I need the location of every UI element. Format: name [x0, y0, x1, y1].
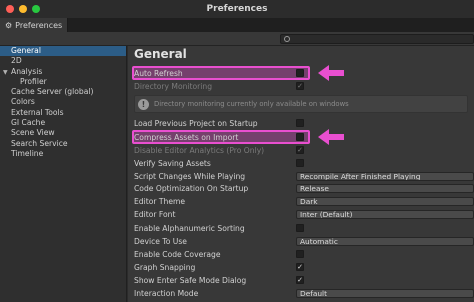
setting-row-code-optimization-on-startup: Code Optimization On Startup Release [134, 183, 474, 193]
sidebar-item-general[interactable]: General [0, 46, 126, 57]
sidebar-item-timeline[interactable]: Timeline [0, 149, 126, 159]
directory-monitoring-checkbox: ✓ [296, 82, 304, 90]
search-input[interactable] [280, 34, 474, 44]
sidebar-item-analysis[interactable]: ▼ Analysis [0, 67, 126, 77]
tab-label: Preferences [15, 20, 63, 30]
sidebar-item-label: 2D [11, 56, 22, 66]
setting-row-device-to-use: Device To Use Automatic [134, 236, 474, 246]
setting-row-show-enter-safe-mode-dialog: Show Enter Safe Mode Dialog ✓ [134, 275, 474, 285]
settings-panel: General ! Directory monitoring currently … [128, 46, 474, 302]
sidebar-item-search-service[interactable]: Search Service [0, 139, 126, 149]
minimize-window-button[interactable] [19, 5, 27, 13]
setting-label: Interaction Mode [134, 288, 199, 298]
setting-label: Show Enter Safe Mode Dialog [134, 275, 247, 285]
setting-row-enable-code-coverage: Enable Code Coverage [134, 249, 474, 259]
sidebar-item-label: Cache Server (global) [11, 87, 94, 97]
setting-row-graph-snapping: Graph Snapping ✓ [134, 262, 474, 272]
sidebar-item-2d[interactable]: 2D [0, 56, 126, 66]
disable-editor-analytics-pro-only-checkbox: ✓ [296, 146, 304, 154]
info-helpbox: ! Directory monitoring currently only ava… [134, 95, 468, 113]
setting-label: Enable Code Coverage [134, 249, 221, 259]
setting-row-editor-font: Editor Font Inter (Default) [134, 209, 474, 219]
device-to-use-dropdown[interactable]: Automatic [296, 236, 474, 246]
sidebar-item-cache-server-global[interactable]: Cache Server (global) [0, 87, 126, 97]
gear-icon: ⚙ [5, 20, 13, 30]
setting-label: Graph Snapping [134, 262, 196, 272]
maximize-window-button[interactable] [32, 5, 40, 13]
load-previous-project-on-startup-checkbox[interactable] [296, 119, 304, 127]
sidebar-item-colors[interactable]: Colors [0, 97, 126, 107]
setting-row-load-previous-project-on-startup: Load Previous Project on Startup [134, 118, 474, 128]
script-changes-while-playing-dropdown[interactable]: Recompile After Finished Playing [296, 171, 474, 181]
help-text: Directory monitoring currently only avai… [154, 100, 349, 108]
setting-row-compress-assets-on-import: Compress Assets on Import [134, 132, 474, 142]
sidebar-item-label: Search Service [11, 138, 68, 148]
setting-row-editor-theme: Editor Theme Dark [134, 196, 474, 206]
sidebar-item-external-tools[interactable]: External Tools [0, 108, 126, 118]
enable-code-coverage-checkbox[interactable] [296, 250, 304, 258]
enable-alphanumeric-sorting-checkbox[interactable] [296, 224, 304, 232]
sidebar-item-label: Profiler [20, 76, 47, 86]
sidebar-item-label: General [11, 46, 41, 55]
setting-label: Code Optimization On Startup [134, 183, 249, 193]
window-controls [6, 5, 40, 13]
setting-label: Script Changes While Playing [134, 171, 246, 181]
sidebar-item-label: GI Cache [11, 118, 46, 128]
info-icon: ! [138, 98, 149, 110]
sidebar-item-label: External Tools [11, 107, 64, 117]
close-window-button[interactable] [6, 5, 14, 13]
verify-saving-assets-checkbox[interactable] [296, 159, 304, 167]
expand-arrow-icon[interactable]: ▼ [3, 68, 11, 78]
search-icon [284, 36, 290, 42]
interaction-mode-dropdown[interactable]: Default [296, 288, 474, 298]
auto-refresh-checkbox[interactable] [296, 69, 304, 77]
setting-label: Auto Refresh [134, 68, 183, 78]
show-enter-safe-mode-dialog-checkbox[interactable]: ✓ [296, 276, 304, 284]
setting-row-auto-refresh: Auto Refresh [134, 68, 474, 78]
tab-bar: ⚙ Preferences [0, 18, 474, 32]
editor-theme-dropdown[interactable]: Dark [296, 196, 474, 206]
sidebar-item-scene-view[interactable]: Scene View [0, 128, 126, 138]
editor-font-dropdown[interactable]: Inter (Default) [296, 209, 474, 219]
setting-label: Verify Saving Assets [134, 158, 211, 168]
compress-assets-on-import-checkbox[interactable] [296, 133, 304, 141]
setting-label: Load Previous Project on Startup [134, 118, 258, 128]
setting-label: Device To Use [134, 236, 187, 246]
sidebar-item-gi-cache[interactable]: GI Cache [0, 118, 126, 128]
code-optimization-on-startup-dropdown[interactable]: Release [296, 183, 474, 193]
page-title: General [134, 47, 187, 61]
graph-snapping-checkbox[interactable]: ✓ [296, 263, 304, 271]
setting-row-disable-editor-analytics-pro-only: Disable Editor Analytics (Pro Only) ✓ [134, 145, 474, 155]
setting-label: Directory Monitoring [134, 81, 213, 91]
toolbar [0, 32, 474, 46]
sidebar-item-label: Timeline [11, 148, 44, 158]
setting-row-enable-alphanumeric-sorting: Enable Alphanumeric Sorting [134, 223, 474, 233]
setting-label: Editor Font [134, 209, 176, 219]
setting-label: Compress Assets on Import [134, 132, 239, 142]
setting-row-directory-monitoring: Directory Monitoring ✓ [134, 81, 474, 91]
sidebar-item-label: Scene View [11, 128, 55, 138]
sidebar-item-label: Analysis [11, 66, 43, 76]
setting-label: Editor Theme [134, 196, 186, 206]
sidebar-item-profiler[interactable]: Profiler [0, 77, 126, 87]
tab-preferences[interactable]: ⚙ Preferences [0, 18, 68, 32]
setting-row-script-changes-while-playing: Script Changes While Playing Recompile Af… [134, 171, 474, 181]
setting-label: Enable Alphanumeric Sorting [134, 223, 245, 233]
sidebar-item-label: Colors [11, 97, 35, 107]
setting-label: Disable Editor Analytics (Pro Only) [134, 145, 265, 155]
sidebar: General 2D ▼ Analysis Profiler Cache Server (… [0, 46, 127, 302]
setting-row-verify-saving-assets: Verify Saving Assets [134, 158, 474, 168]
title-bar: Preferences [0, 0, 474, 18]
window-title: Preferences [206, 4, 268, 14]
setting-row-interaction-mode: Interaction Mode Default [134, 288, 474, 298]
